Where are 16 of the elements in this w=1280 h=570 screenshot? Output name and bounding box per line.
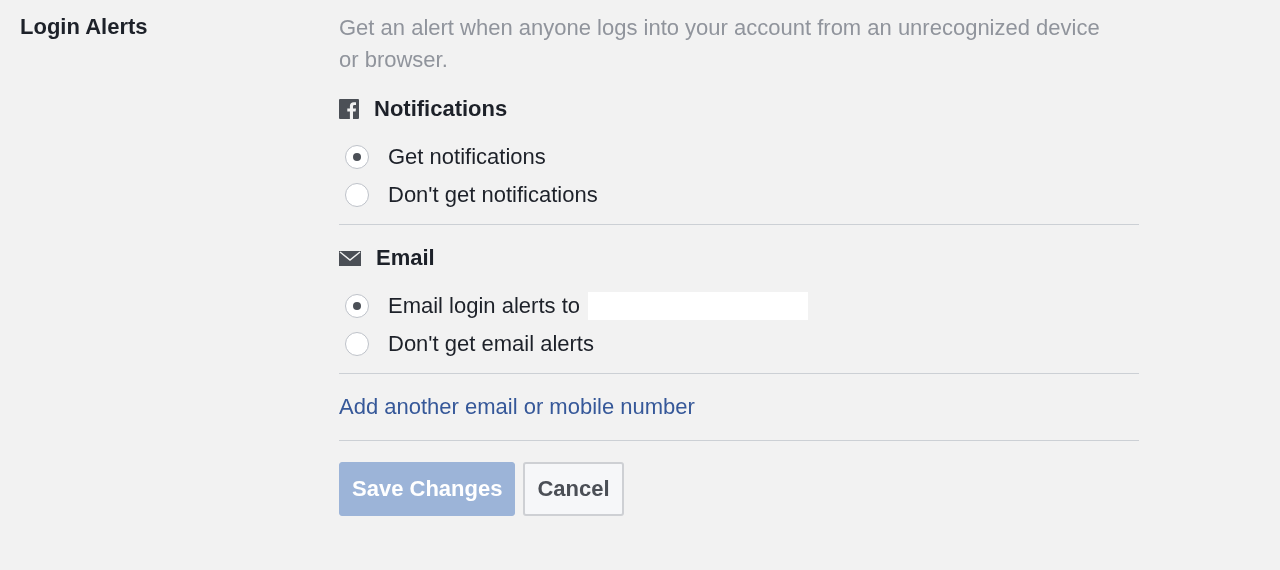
- letter-f-icon: [339, 99, 359, 119]
- radio-button[interactable]: [345, 332, 369, 356]
- cancel-button[interactable]: Cancel: [523, 462, 624, 516]
- option-label[interactable]: Email login alerts to: [388, 293, 580, 319]
- section-title: Email: [376, 245, 435, 271]
- radio-button[interactable]: [345, 145, 369, 169]
- add-contact-link[interactable]: Add another email or mobile number: [339, 394, 695, 419]
- option-label[interactable]: Don't get email alerts: [388, 331, 594, 357]
- section-title: Notifications: [374, 96, 508, 122]
- radio-button[interactable]: [345, 183, 369, 207]
- radio-button[interactable]: [345, 294, 369, 318]
- option-label[interactable]: Get notifications: [388, 144, 546, 170]
- description-text: Get an alert when anyone logs into your account from an unrecognized device or browser.: [339, 14, 1101, 74]
- setting-title: Login Alerts: [20, 14, 149, 40]
- envelope-icon: [339, 250, 361, 266]
- option-label[interactable]: Don't get notifications: [388, 182, 598, 208]
